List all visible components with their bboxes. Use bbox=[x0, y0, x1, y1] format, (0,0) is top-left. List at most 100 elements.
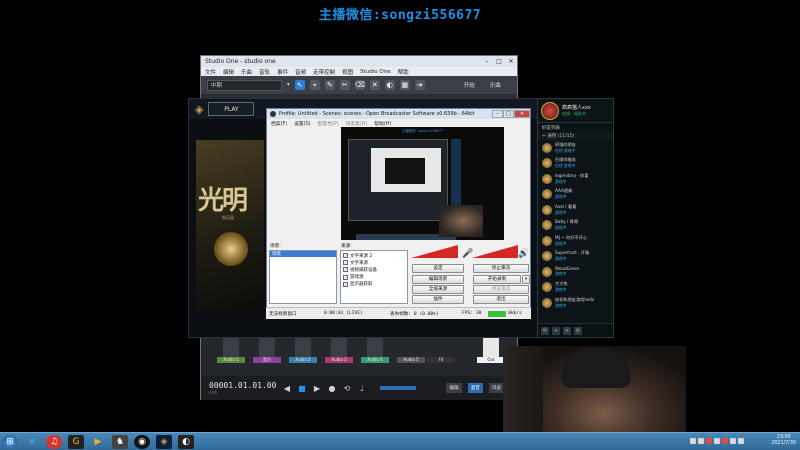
split-tool-icon[interactable]: ✂ bbox=[339, 80, 350, 90]
game-icon[interactable]: G bbox=[68, 434, 84, 449]
chevron-down-icon[interactable]: ▾ bbox=[287, 82, 290, 88]
scenes-list[interactable]: 场景 bbox=[269, 250, 337, 304]
exit-button[interactable]: 退出 bbox=[473, 295, 529, 304]
source-item[interactable]: ✓ 文字来源 2 bbox=[341, 252, 407, 259]
menu-settings[interactable]: 设置(S) bbox=[294, 120, 310, 127]
friend-item[interactable]: MJ ~ 你好不开心 游戏中 bbox=[538, 233, 613, 249]
mute-tool-icon[interactable]: ✕ bbox=[369, 80, 380, 90]
menu-scene-collection[interactable]: 场景集(N) bbox=[346, 120, 368, 127]
checkbox-icon[interactable]: ✓ bbox=[343, 253, 348, 259]
volume-icon[interactable] bbox=[738, 438, 744, 444]
play-button[interactable]: PLAY bbox=[208, 102, 255, 116]
settings-icon[interactable]: ⚙ bbox=[574, 326, 582, 335]
global-sources-button[interactable]: 全域来源 bbox=[412, 285, 464, 294]
checkbox-icon[interactable]: ✓ bbox=[343, 281, 348, 287]
friend-item[interactable]: Axel / 看看 游戏中 bbox=[538, 202, 613, 218]
friends-tab[interactable]: 好友列表 bbox=[538, 123, 613, 132]
source-item[interactable]: ✓ 文字来源 bbox=[341, 259, 407, 266]
arrow-tool-icon[interactable]: ↖ bbox=[294, 80, 305, 90]
list-icon[interactable]: ≡ bbox=[563, 326, 571, 335]
tray-app-icon[interactable] bbox=[706, 438, 712, 444]
friend-item[interactable]: Superfrost · 开服 游戏中 bbox=[538, 249, 613, 265]
track-fader[interactable] bbox=[223, 335, 239, 357]
network-icon[interactable] bbox=[730, 438, 736, 444]
tray-app-icon[interactable] bbox=[714, 438, 720, 444]
close-button[interactable]: ✕ bbox=[505, 57, 517, 66]
listen-tool-icon[interactable]: ◐ bbox=[384, 80, 395, 90]
start-record-button[interactable]: 开始录制 bbox=[473, 275, 521, 284]
tray-app-icon[interactable] bbox=[722, 438, 728, 444]
friend-item[interactable]: 结伴和朋友游戏hello 游戏中 bbox=[538, 295, 613, 311]
plugins-button[interactable]: 插件 bbox=[412, 295, 464, 304]
friend-item[interactable]: Baby / 哥哥 游戏中 bbox=[538, 218, 613, 234]
output-fader[interactable] bbox=[483, 335, 499, 357]
scene-item[interactable]: 场景 bbox=[270, 251, 336, 257]
menu-view[interactable]: 视图 bbox=[342, 68, 353, 76]
maximize-button[interactable]: □ bbox=[493, 57, 505, 66]
menu-edit[interactable]: 编辑 bbox=[223, 68, 234, 76]
friends-group-header[interactable]: + 通用 (11/15) bbox=[538, 132, 613, 140]
play-icon[interactable]: ▶ bbox=[312, 384, 321, 393]
menu-song[interactable]: 乐曲 bbox=[241, 68, 252, 76]
close-button[interactable]: ✕ bbox=[514, 110, 530, 118]
add-friend-icon[interactable]: + bbox=[552, 326, 560, 335]
tray-clock[interactable]: 23:00 2021/7/30 bbox=[771, 435, 796, 447]
menu-audio[interactable]: 音频 bbox=[295, 68, 306, 76]
range-tool-icon[interactable]: ⌖ bbox=[309, 80, 320, 90]
minimize-button[interactable]: – bbox=[492, 110, 503, 118]
lol-banner[interactable]: 光明 钻石局 bbox=[196, 140, 264, 310]
friend-item[interactable]: AAA超威 游戏中 bbox=[538, 187, 613, 203]
studio-one-taskbar-icon[interactable]: ◐ bbox=[178, 434, 194, 449]
menu-transport[interactable]: 走带控制 bbox=[313, 68, 335, 76]
lol-taskbar-icon[interactable]: ◈ bbox=[156, 434, 172, 449]
maximize-button[interactable]: □ bbox=[503, 110, 514, 118]
track-fader[interactable] bbox=[295, 335, 311, 357]
rewind-icon[interactable]: ◀ bbox=[282, 384, 291, 393]
menu-track[interactable]: 音轨 bbox=[259, 68, 270, 76]
tray-app-icon[interactable] bbox=[690, 438, 696, 444]
media-player-icon[interactable]: ▶ bbox=[90, 435, 106, 449]
mix-button[interactable]: 混音 bbox=[467, 383, 483, 393]
track-fader[interactable] bbox=[259, 335, 275, 357]
setting-combo[interactable]: 中期 bbox=[207, 79, 282, 91]
menu-profile[interactable]: 档案(F) bbox=[271, 120, 287, 127]
preview-stream-button[interactable]: 预览串流 bbox=[473, 285, 529, 294]
profile-header[interactable]: 疯疯猫人xxx 在线 - 组队中 bbox=[538, 99, 613, 123]
pencil-tool-icon[interactable]: ✎ bbox=[324, 80, 335, 90]
metronome-icon[interactable]: ♩ bbox=[357, 384, 366, 393]
menu-studio-one[interactable]: Studio One bbox=[360, 69, 390, 75]
avatar[interactable] bbox=[541, 101, 559, 120]
app-icon[interactable]: ♞ bbox=[112, 434, 128, 449]
friend-item[interactable]: 阿强的朋友 在线 游戏中 bbox=[538, 140, 613, 156]
netease-music-icon[interactable]: ♫ bbox=[46, 434, 62, 449]
tray-app-icon[interactable] bbox=[698, 438, 704, 444]
edit-button[interactable]: 编辑 bbox=[446, 383, 462, 393]
menu-event[interactable]: 事件 bbox=[277, 68, 288, 76]
forward-icon[interactable]: ➔ bbox=[414, 80, 425, 90]
chat-icon[interactable]: ✉ bbox=[541, 326, 549, 335]
friend-item[interactable]: 大大兔 游戏中 bbox=[538, 280, 613, 296]
source-item[interactable]: ✓ 游戏源 bbox=[341, 274, 407, 281]
obs-taskbar-icon[interactable]: ◉ bbox=[134, 434, 150, 449]
start-button[interactable]: 开始 bbox=[464, 81, 475, 89]
source-item[interactable]: ✓ 显示器获取 bbox=[341, 281, 407, 288]
menu-profiles[interactable]: 配置档(P) bbox=[318, 120, 339, 127]
eraser-tool-icon[interactable]: ⌫ bbox=[354, 80, 365, 90]
menu-file[interactable]: 文件 bbox=[205, 68, 216, 76]
settings-button[interactable]: 设定 bbox=[412, 264, 464, 273]
stop-icon[interactable]: ■ bbox=[297, 384, 306, 393]
edit-scene-button[interactable]: 编辑场景 bbox=[412, 275, 464, 284]
track-fader[interactable] bbox=[367, 335, 383, 357]
menu-help[interactable]: 帮助(H) bbox=[374, 120, 391, 127]
record-options-button[interactable]: ▾ bbox=[522, 275, 530, 284]
record-icon[interactable]: ● bbox=[327, 384, 336, 393]
friend-item[interactable]: legendary · 惊喜 游戏中 bbox=[538, 171, 613, 187]
checkbox-icon[interactable]: ✓ bbox=[343, 274, 348, 280]
loop-icon[interactable]: ⟲ bbox=[342, 384, 351, 393]
ie-icon[interactable]: e bbox=[24, 435, 40, 449]
sources-list[interactable]: ✓ 文字来源 2 ✓ 文字来源 ✓ 视频捕获设备 ✓ 游戏源 ✓ 显示器获取 bbox=[340, 250, 408, 304]
minimize-button[interactable]: – bbox=[481, 57, 493, 66]
start-button-icon[interactable]: ⊞ bbox=[2, 434, 18, 449]
song-button[interactable]: 乐曲 bbox=[490, 81, 501, 89]
source-item[interactable]: ✓ 视频捕获设备 bbox=[341, 266, 407, 273]
